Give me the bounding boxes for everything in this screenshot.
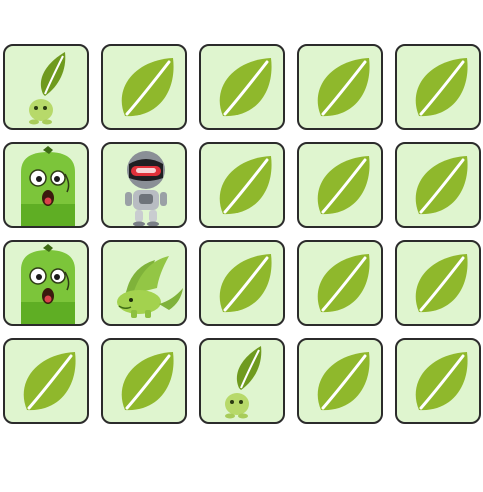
- leaf-back-icon: [121, 58, 174, 117]
- card-face-down-r2c4[interactable]: [297, 142, 383, 228]
- sprout-creature-icon: [225, 346, 262, 419]
- leaf-dragon-icon: [117, 256, 183, 318]
- card-face-down-r4c4[interactable]: [297, 338, 383, 424]
- leaf-back-icon: [317, 254, 370, 313]
- leaf-back-icon: [219, 58, 272, 117]
- card-sprout-creature-r4c3[interactable]: [199, 338, 285, 424]
- sprout-creature-icon: [29, 52, 66, 125]
- card-ninja-robot-r2c2[interactable]: [101, 142, 187, 228]
- card-sprout-creature-r1c1[interactable]: [3, 44, 89, 130]
- card-face-down-r3c5[interactable]: [395, 240, 481, 326]
- card-face-down-r4c5[interactable]: [395, 338, 481, 424]
- card-face-down-r2c3[interactable]: [199, 142, 285, 228]
- card-face-down-r3c4[interactable]: [297, 240, 383, 326]
- ninja-robot-icon: [125, 151, 167, 226]
- leaf-back-icon: [23, 352, 76, 411]
- leaf-back-icon: [317, 352, 370, 411]
- leaf-back-icon: [415, 352, 468, 411]
- card-green-monster-r2c1[interactable]: [3, 142, 89, 228]
- leaf-back-icon: [219, 156, 272, 215]
- card-face-down-r1c3[interactable]: [199, 44, 285, 130]
- card-face-down-r1c4[interactable]: [297, 44, 383, 130]
- memory-board: [3, 44, 483, 430]
- leaf-back-icon: [317, 156, 370, 215]
- green-monster-icon: [21, 244, 75, 324]
- card-face-down-r2c5[interactable]: [395, 142, 481, 228]
- card-face-down-r4c2[interactable]: [101, 338, 187, 424]
- card-face-down-r4c1[interactable]: [3, 338, 89, 424]
- card-leaf-dragon-r3c2[interactable]: [101, 240, 187, 326]
- leaf-back-icon: [219, 254, 272, 313]
- leaf-back-icon: [415, 254, 468, 313]
- leaf-back-icon: [317, 58, 370, 117]
- card-green-monster-r3c1[interactable]: [3, 240, 89, 326]
- card-face-down-r1c2[interactable]: [101, 44, 187, 130]
- leaf-back-icon: [121, 352, 174, 411]
- card-face-down-r3c3[interactable]: [199, 240, 285, 326]
- leaf-back-icon: [415, 58, 468, 117]
- green-monster-icon: [21, 146, 75, 226]
- card-face-down-r1c5[interactable]: [395, 44, 481, 130]
- leaf-back-icon: [415, 156, 468, 215]
